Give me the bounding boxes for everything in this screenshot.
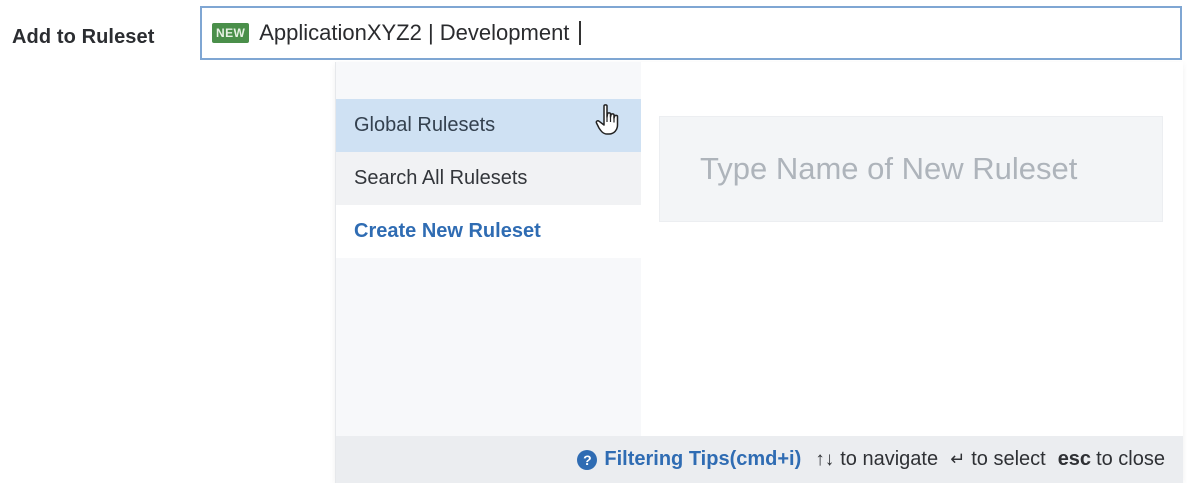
add-to-ruleset-screen: Add to Ruleset NEW ApplicationXYZ2 | Dev… [0,0,1187,483]
filtering-tips-link[interactable]: ? Filtering Tips(cmd+i) [577,448,801,471]
menu-item-create-new-ruleset[interactable]: Create New Ruleset [336,205,641,258]
filtering-tips-label: Filtering Tips(cmd+i) [604,448,802,470]
menu-item-label: Create New Ruleset [354,220,541,242]
ruleset-input-value[interactable]: ApplicationXYZ2 | Development [259,20,569,46]
dropdown-footer: ? Filtering Tips(cmd+i) ↑↓ to navigate ↵… [336,436,1183,483]
menu-item-search-all-rulesets[interactable]: Search All Rulesets [336,152,641,205]
new-badge: NEW [212,23,250,43]
dropdown-menu-panel: Global Rulesets Search All Rulesets Crea… [336,62,641,436]
arrows-up-down-icon: ↑↓ [815,448,835,470]
new-ruleset-name-input[interactable]: Type Name of New Ruleset [659,116,1163,222]
create-ruleset-panel: Type Name of New Ruleset [641,62,1183,436]
menu-item-label: Global Rulesets [354,114,496,136]
enter-icon: ↵ [950,449,966,469]
hand-cursor-icon [595,104,619,135]
help-icon: ? [577,449,598,470]
close-hint: to close [1096,448,1165,470]
navigate-hint: to navigate [840,448,939,470]
select-hint: to select [971,448,1046,470]
esc-key-label: esc [1057,448,1092,470]
add-to-ruleset-label: Add to Ruleset [12,26,155,48]
ruleset-dropdown: Global Rulesets Search All Rulesets Crea… [335,62,1183,483]
text-caret [579,21,582,45]
menu-item-label: Search All Rulesets [354,167,528,189]
ruleset-search-input[interactable]: NEW ApplicationXYZ2 | Development [200,6,1182,60]
